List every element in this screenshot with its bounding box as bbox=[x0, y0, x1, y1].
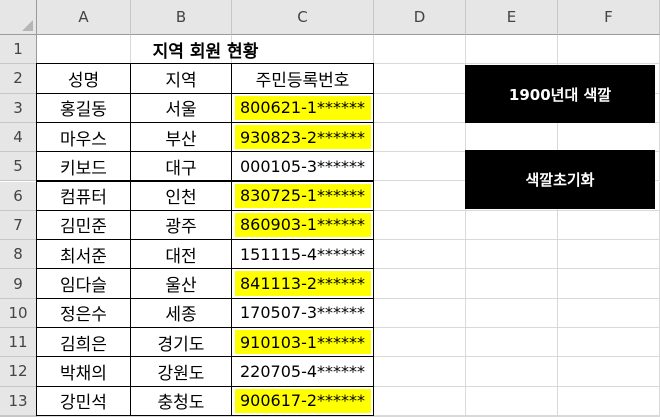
record-id: 220705-4****** bbox=[231, 356, 374, 387]
cell-D1[interactable] bbox=[374, 35, 466, 65]
row-header-12[interactable]: 12 bbox=[0, 357, 37, 387]
record-name: 컴퓨터 bbox=[36, 180, 131, 211]
cell-E11[interactable] bbox=[466, 328, 558, 358]
cell-E12[interactable] bbox=[466, 357, 558, 387]
record-region: 부산 bbox=[130, 121, 232, 153]
cell-F11[interactable] bbox=[558, 328, 660, 358]
record-region: 대구 bbox=[130, 151, 232, 182]
record-region: 충청도 bbox=[130, 385, 232, 416]
row-header-1[interactable]: 1 bbox=[0, 35, 37, 65]
id-highlight bbox=[235, 330, 371, 355]
record-id: 830725-1****** bbox=[231, 180, 374, 211]
cell-F4[interactable] bbox=[558, 122, 660, 153]
record-region: 경기도 bbox=[130, 327, 232, 358]
record-name: 마우스 bbox=[36, 121, 131, 153]
record-region: 강원도 bbox=[130, 356, 232, 387]
cell-D8[interactable] bbox=[374, 240, 466, 270]
spreadsheet: ABCDEF1234567891011121314지역 회원 현황성명지역주민등… bbox=[0, 0, 660, 417]
row-header-9[interactable]: 9 bbox=[0, 269, 37, 299]
cell-D3[interactable] bbox=[374, 93, 466, 123]
id-highlight bbox=[235, 95, 371, 120]
id-highlight bbox=[235, 271, 371, 296]
record-id: 841113-2****** bbox=[231, 268, 374, 299]
cell-E1[interactable] bbox=[466, 35, 558, 65]
cell-D9[interactable] bbox=[374, 269, 466, 299]
row-header-5[interactable]: 5 bbox=[0, 152, 37, 182]
sheet-title: 지역 회원 현황 bbox=[152, 42, 259, 63]
record-name: 임다슬 bbox=[36, 268, 131, 299]
id-highlight bbox=[235, 124, 371, 150]
row-header-13[interactable]: 13 bbox=[0, 386, 37, 416]
cell-D12[interactable] bbox=[374, 357, 466, 387]
id-highlight bbox=[235, 183, 371, 208]
row-header-11[interactable]: 11 bbox=[0, 328, 37, 358]
column-header-B[interactable]: B bbox=[131, 0, 232, 35]
cell-D13[interactable] bbox=[374, 386, 466, 416]
column-header-A[interactable]: A bbox=[37, 0, 131, 35]
table-header-0: 성명 bbox=[36, 63, 131, 94]
column-header-C[interactable]: C bbox=[232, 0, 374, 35]
table-header-2: 주민등록번호 bbox=[231, 63, 374, 94]
select-all-icon bbox=[22, 20, 33, 31]
cell-D5[interactable] bbox=[374, 152, 466, 182]
cell-D10[interactable] bbox=[374, 298, 466, 328]
record-id: 151115-4****** bbox=[231, 239, 374, 270]
record-region: 서울 bbox=[130, 92, 232, 123]
record-name: 정은수 bbox=[36, 297, 131, 328]
record-name: 최서준 bbox=[36, 239, 131, 270]
row-header-8[interactable]: 8 bbox=[0, 240, 37, 270]
row-header-2[interactable]: 2 bbox=[0, 64, 37, 94]
select-all-corner[interactable] bbox=[0, 0, 37, 35]
cell-F8[interactable] bbox=[558, 240, 660, 270]
record-name: 강민석 bbox=[36, 385, 131, 416]
column-header-D[interactable]: D bbox=[374, 0, 466, 35]
row-header-4[interactable]: 4 bbox=[0, 122, 37, 153]
cell-E4[interactable] bbox=[466, 122, 558, 153]
cell-F9[interactable] bbox=[558, 269, 660, 299]
record-region: 울산 bbox=[130, 268, 232, 299]
record-id: 900617-2****** bbox=[231, 385, 374, 416]
record-region: 인천 bbox=[130, 180, 232, 211]
cell-E10[interactable] bbox=[466, 298, 558, 328]
record-id: 860903-1****** bbox=[231, 209, 374, 241]
cell-F12[interactable] bbox=[558, 357, 660, 387]
cell-E13[interactable] bbox=[466, 386, 558, 416]
id-highlight bbox=[235, 388, 371, 413]
record-id: 930823-2****** bbox=[231, 121, 374, 153]
cell-D7[interactable] bbox=[374, 210, 466, 241]
record-region: 대전 bbox=[130, 239, 232, 270]
record-id: 800621-1****** bbox=[231, 92, 374, 123]
cell-D2[interactable] bbox=[374, 64, 466, 94]
cell-E7[interactable] bbox=[466, 210, 558, 241]
record-name: 김희은 bbox=[36, 327, 131, 358]
column-header-F[interactable]: F bbox=[558, 0, 660, 35]
reset-color-button[interactable]: 색깔초기화 bbox=[465, 150, 655, 209]
record-id: 910103-1****** bbox=[231, 327, 374, 358]
cell-E9[interactable] bbox=[466, 269, 558, 299]
record-name: 키보드 bbox=[36, 151, 131, 182]
table-header-1: 지역 bbox=[130, 63, 232, 94]
record-id: 170507-3****** bbox=[231, 297, 374, 328]
row-header-10[interactable]: 10 bbox=[0, 298, 37, 328]
cell-D6[interactable] bbox=[374, 181, 466, 211]
cell-F13[interactable] bbox=[558, 386, 660, 416]
record-region: 광주 bbox=[130, 209, 232, 241]
row-header-3[interactable]: 3 bbox=[0, 93, 37, 123]
id-highlight bbox=[235, 212, 371, 238]
cell-E8[interactable] bbox=[466, 240, 558, 270]
row-header-7[interactable]: 7 bbox=[0, 210, 37, 241]
record-id: 000105-3****** bbox=[231, 151, 374, 182]
record-name: 홍길동 bbox=[36, 92, 131, 123]
cell-D11[interactable] bbox=[374, 328, 466, 358]
record-name: 박채의 bbox=[36, 356, 131, 387]
column-header-E[interactable]: E bbox=[466, 0, 558, 35]
cell-F7[interactable] bbox=[558, 210, 660, 241]
cell-F1[interactable] bbox=[558, 35, 660, 65]
cell-F10[interactable] bbox=[558, 298, 660, 328]
record-region: 세종 bbox=[130, 297, 232, 328]
cell-D4[interactable] bbox=[374, 122, 466, 153]
color-1900s-button[interactable]: 1900년대 색깔 bbox=[465, 65, 655, 123]
row-header-6[interactable]: 6 bbox=[0, 181, 37, 211]
record-name: 김민준 bbox=[36, 209, 131, 241]
